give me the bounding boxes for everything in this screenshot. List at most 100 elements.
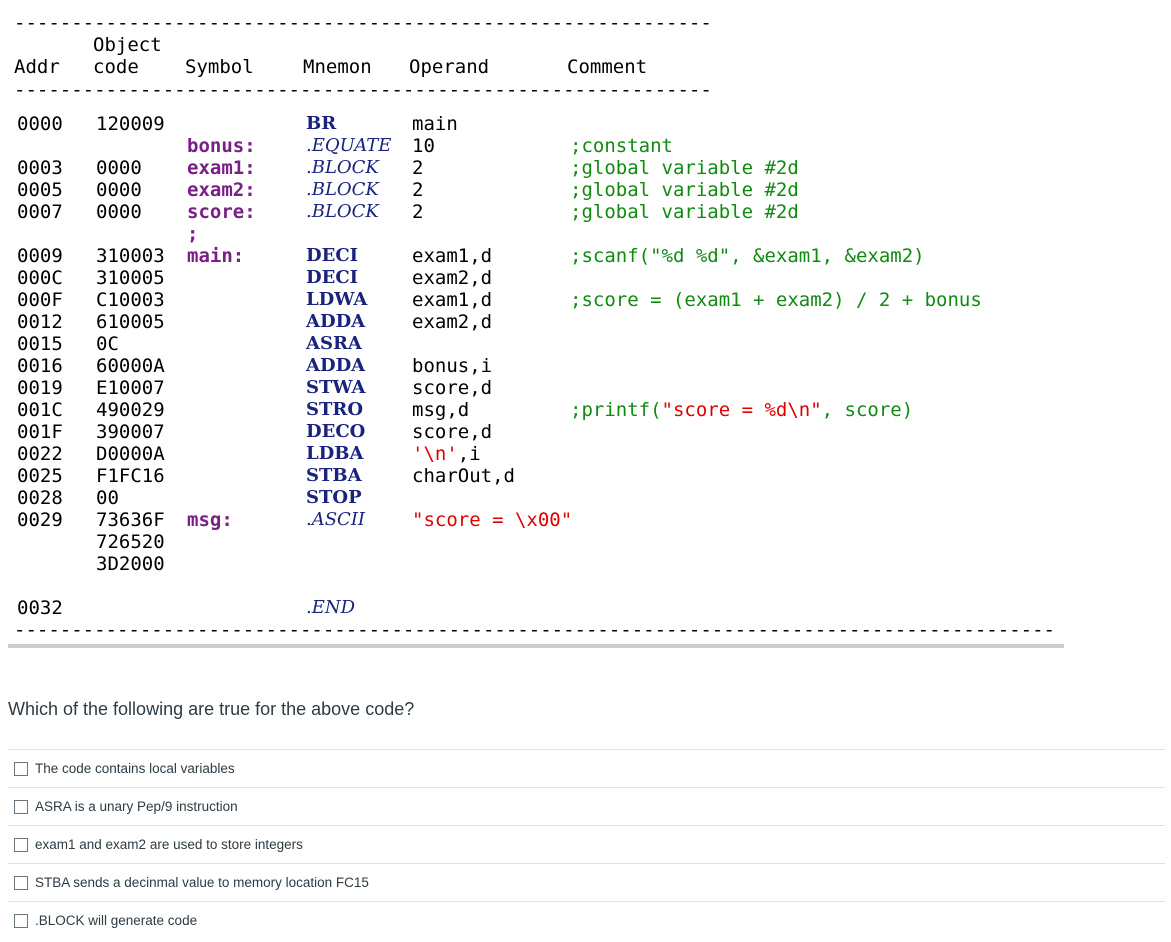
row-mnemonic: .EQUATE [306,135,392,156]
row-addr: 0016 [17,355,63,377]
answer-label[interactable]: .BLOCK will generate code [35,913,197,928]
answer-option[interactable]: The code contains local variables [8,749,1165,787]
row-addr: 000C [17,267,63,289]
row-mnemonic: DECO [306,421,366,442]
row-operand: score,d [412,377,493,399]
row-object-code: C10003 [96,289,165,311]
row-operand: 2 [412,201,424,223]
row-operand: 10 [412,135,435,157]
header-comment: Comment [567,56,648,78]
row-object-code: D0000A [96,443,165,465]
row-addr: 001F [17,421,63,443]
row-mnemonic: ASRA [306,333,362,354]
row-operand: 2 [412,179,424,201]
row-operand: exam2,d [412,267,493,289]
answer-checkbox[interactable] [14,761,28,776]
row-object-code: F1FC16 [96,465,165,487]
section-divider [8,644,1064,648]
row-mnemonic: ADDA [306,355,366,376]
row-operand: exam1,d [412,245,493,267]
row-object-code: 310003 [96,245,165,267]
row-mnemonic: ADDA [306,311,366,332]
row-mnemonic: DECI [306,245,359,266]
row-comment: ;constant [570,135,673,157]
row-mnemonic: .ASCII [306,509,366,530]
row-object-code: 0000 [96,157,142,179]
header-code: code [93,56,139,78]
row-symbol: score: [187,201,256,223]
row-operand: score,d [412,421,493,443]
row-operand: '\n',i [412,443,481,465]
answer-checkbox[interactable] [14,875,28,890]
row-symbol: exam1: [187,157,256,179]
row-object-code: E10007 [96,377,165,399]
row-addr: 0009 [17,245,63,267]
row-addr: 0015 [17,333,63,355]
top-dash-line: ----------------------------------------… [14,12,712,34]
answer-checkbox[interactable] [14,799,28,814]
answer-label[interactable]: exam1 and exam2 are used to store intege… [35,837,303,852]
row-mnemonic: LDWA [306,289,368,310]
answer-option[interactable]: .BLOCK will generate code [8,901,1165,939]
question-text: Which of the following are true for the … [8,699,415,719]
answer-label[interactable]: STBA sends a decinmal value to memory lo… [35,875,369,890]
row-comment: ;global variable #2d [570,157,799,179]
row-addr: 0029 [17,509,63,531]
row-operand: exam2,d [412,311,493,333]
row-comment: ;global variable #2d [570,201,799,223]
row-object-code: 73636F [96,509,165,531]
row-mnemonic: STRO [306,399,364,420]
row-object-code: 60000A [96,355,165,377]
answer-checkbox[interactable] [14,913,28,928]
row-operand: "score = \x00" [412,509,573,531]
answer-option[interactable]: exam1 and exam2 are used to store intege… [8,825,1165,863]
row-mnemonic: STOP [306,487,362,508]
row-comment: ;global variable #2d [570,179,799,201]
row-object-code: 3D2000 [96,553,165,575]
answer-label[interactable]: ASRA is a unary Pep/9 instruction [35,799,238,814]
row-mnemonic: LDBA [306,443,364,464]
row-mnemonic: DECI [306,267,359,288]
answer-label[interactable]: The code contains local variables [35,761,235,776]
header-dash-line: ----------------------------------------… [14,79,712,101]
row-addr: 0012 [17,311,63,333]
row-mnemonic: STWA [306,377,366,398]
row-symbol: main: [187,245,245,267]
header-operand: Operand [409,56,490,78]
row-symbol: exam2: [187,179,256,201]
row-mnemonic: BR [306,113,337,134]
row-object-code: 00 [96,487,119,509]
row-mnemonic: .BLOCK [306,157,379,178]
answer-option[interactable]: STBA sends a decinmal value to memory lo… [8,863,1165,901]
row-object-code: 0000 [96,201,142,223]
row-comment: ;scanf("%d %d", &exam1, &exam2) [570,245,925,267]
answer-checkbox[interactable] [14,837,28,852]
row-addr: 0025 [17,465,63,487]
row-operand: charOut,d [412,465,515,487]
row-operand: exam1,d [412,289,493,311]
row-object-code: 726520 [96,531,165,553]
bottom-dash-line: ----------------------------------------… [14,619,1057,641]
row-comment: ;printf("score = %d\n", score) [570,399,914,421]
row-addr: 0022 [17,443,63,465]
row-operand: 2 [412,157,424,179]
row-symbol: bonus: [187,135,256,157]
row-object-code: 490029 [96,399,165,421]
row-addr: 0003 [17,157,63,179]
row-object-code: 120009 [96,113,165,135]
answer-option[interactable]: ASRA is a unary Pep/9 instruction [8,787,1165,825]
row-mnemonic: STBA [306,465,362,486]
row-mnemonic: .BLOCK [306,201,379,222]
row-operand: main [412,113,458,135]
row-object-code: 610005 [96,311,165,333]
row-addr: 0032 [17,597,63,619]
header-symbol: Symbol [185,56,254,78]
assembler-listing: ----------------------------------------… [0,0,1171,650]
row-addr: 0005 [17,179,63,201]
row-object-code: 0C [96,333,119,355]
header-mnemon: Mnemon [303,56,372,78]
row-operand: bonus,i [412,355,493,377]
row-object-code: 310005 [96,267,165,289]
row-addr: 0019 [17,377,63,399]
row-mnemonic: .END [306,597,356,618]
